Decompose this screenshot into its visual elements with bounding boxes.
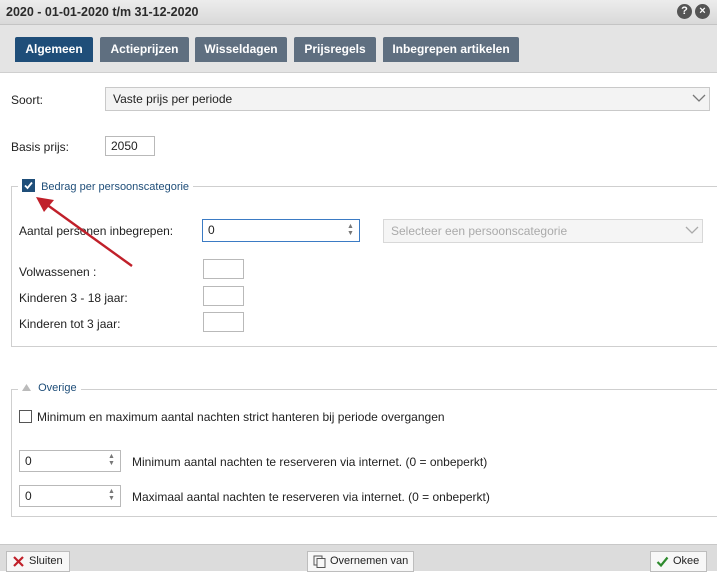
persoonscategorie-checkbox[interactable]: [22, 179, 35, 192]
annotation-arrow-icon: [36, 197, 133, 267]
ok-button[interactable]: Okee: [650, 551, 707, 572]
kinderen-tot-3-input[interactable]: [203, 312, 244, 332]
min-nachten-label: Minimum aantal nachten te reserveren via…: [132, 455, 488, 469]
min-nachten-input[interactable]: 0 ▲ ▼: [19, 450, 121, 472]
close-x-icon: [13, 556, 24, 567]
spinner-icon[interactable]: ▲ ▼: [347, 223, 356, 237]
soort-select-value: Vaste prijs per periode: [113, 92, 233, 106]
checkmark-icon: [656, 556, 669, 568]
spinner-icon[interactable]: ▲ ▼: [108, 453, 117, 467]
volwassenen-input[interactable]: [203, 259, 244, 279]
min-nachten-value: 0: [25, 454, 32, 468]
tab-prijsregels[interactable]: Prijsregels: [294, 37, 376, 62]
overige-legend[interactable]: Overige: [18, 382, 81, 394]
max-nachten-value: 0: [25, 489, 32, 503]
kinderen-tot-3-label: Kinderen tot 3 jaar:: [19, 317, 121, 331]
basis-prijs-label: Basis prijs:: [11, 140, 70, 154]
chevron-down-icon: [685, 226, 699, 234]
close-button-label: Sluiten: [29, 555, 63, 567]
tab-bar: Algemeen Actieprijzen Wisseldagen Prijsr…: [0, 25, 717, 73]
checkmark-icon: [24, 181, 33, 190]
tab-actieprijzen[interactable]: Actieprijzen: [100, 37, 189, 62]
window-title: 2020 - 01-01-2020 t/m 31-12-2020: [6, 5, 199, 19]
close-icon[interactable]: ×: [695, 4, 710, 19]
max-nachten-input[interactable]: 0 ▲ ▼: [19, 485, 121, 507]
tab-algemeen[interactable]: Algemeen: [15, 37, 93, 62]
copy-icon: [313, 555, 326, 568]
help-icon[interactable]: ?: [677, 4, 692, 19]
kinderen-3-18-label: Kinderen 3 - 18 jaar:: [19, 291, 128, 305]
kinderen-3-18-input[interactable]: [203, 286, 244, 306]
aantal-personen-input[interactable]: 0 ▲ ▼: [202, 219, 360, 242]
tab-inbegrepen-artikelen[interactable]: Inbegrepen artikelen: [383, 37, 519, 62]
chevron-down-icon: [692, 94, 706, 102]
copy-from-button[interactable]: Overnemen van: [307, 551, 414, 572]
overige-legend-text: Overige: [38, 382, 77, 394]
ok-button-label: Okee: [673, 555, 700, 567]
persoonscategorie-select[interactable]: Selecteer een persoonscategorie: [383, 219, 703, 243]
basis-prijs-input[interactable]: 2050: [105, 136, 155, 156]
tab-wisseldagen[interactable]: Wisseldagen: [195, 37, 287, 62]
spinner-icon[interactable]: ▲ ▼: [108, 488, 117, 502]
copy-from-button-label: Overnemen van: [330, 555, 409, 567]
max-nachten-label: Maximaal aantal nachten te reserveren vi…: [132, 490, 490, 504]
persoonscategorie-legend: Bedrag per persoonscategorie: [18, 179, 194, 193]
strict-nachten-label: Minimum en maximum aantal nachten strict…: [37, 410, 445, 424]
soort-select[interactable]: Vaste prijs per periode: [105, 87, 710, 111]
window-titlebar: 2020 - 01-01-2020 t/m 31-12-2020 ? ×: [0, 0, 717, 25]
collapse-icon: [22, 384, 31, 391]
soort-label: Soort:: [11, 93, 44, 107]
aantal-personen-value: 0: [208, 223, 215, 237]
strict-nachten-checkbox[interactable]: [19, 410, 32, 423]
close-button[interactable]: Sluiten: [6, 551, 70, 572]
dialog-footer: Sluiten Overnemen van Okee: [0, 544, 717, 572]
persoonscategorie-select-placeholder: Selecteer een persoonscategorie: [391, 224, 568, 238]
